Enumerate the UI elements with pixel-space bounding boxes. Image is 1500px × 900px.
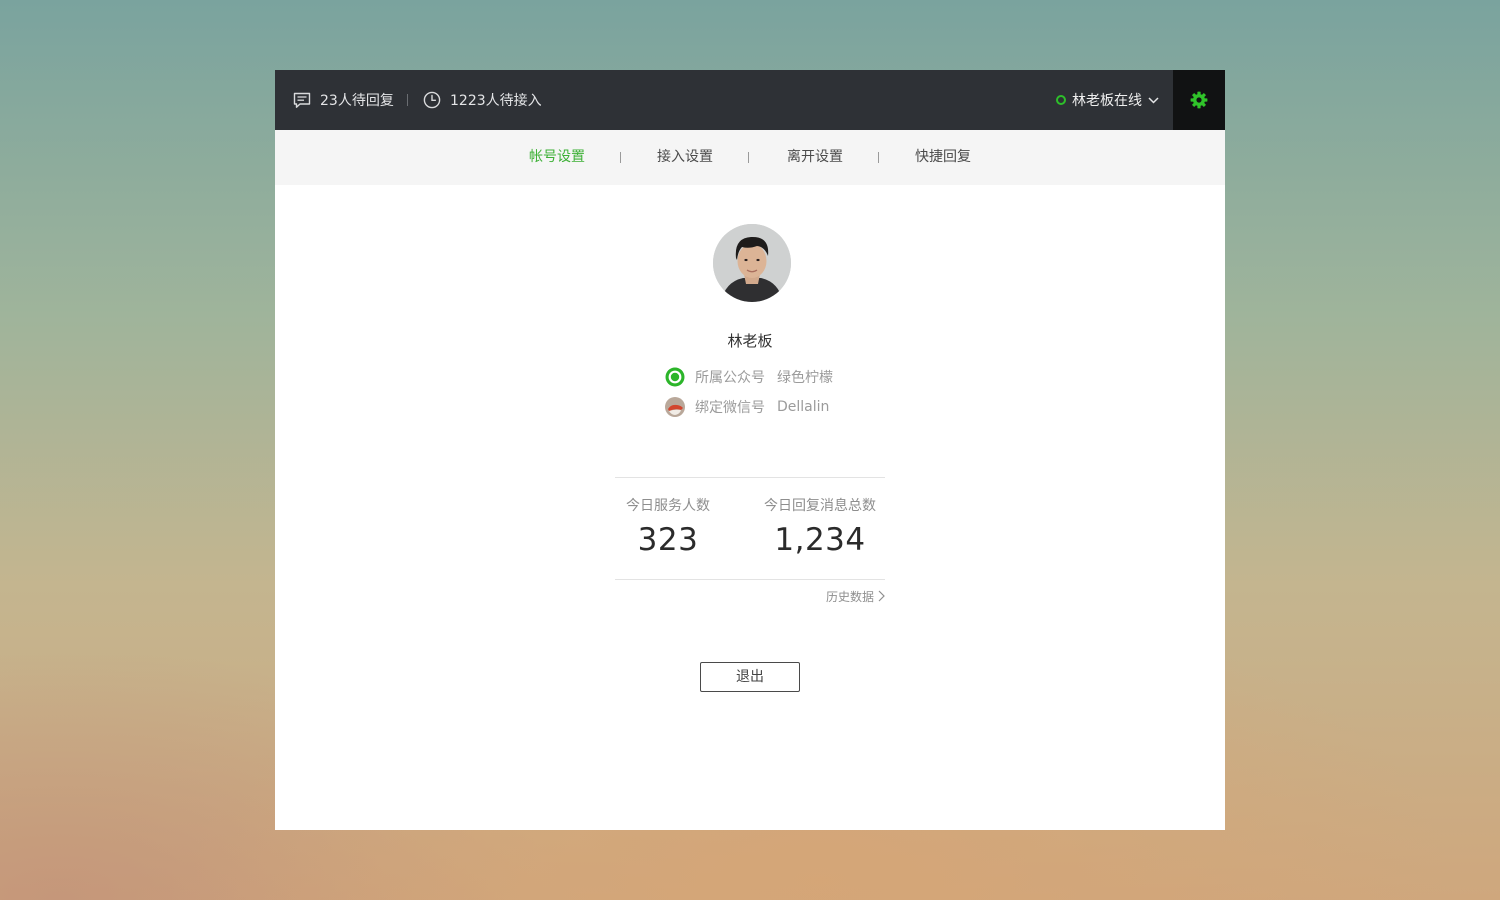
header-divider <box>407 94 408 106</box>
official-account-row: 所属公众号 绿色柠檬 <box>665 366 833 388</box>
pending-reply-text: 23人待回复 <box>320 93 394 109</box>
served-value: 323 <box>637 522 699 558</box>
wechat-label: 绑定微信号 <box>695 400 765 416</box>
chevron-right-icon <box>878 590 885 602</box>
clock-icon <box>423 91 441 109</box>
avatar-image <box>713 224 791 302</box>
gear-icon <box>1190 91 1208 109</box>
agent-status-dropdown[interactable]: 林老板在线 <box>1056 70 1159 130</box>
pending-reply-counter[interactable]: 23人待回复 <box>293 70 394 130</box>
pending-access-counter[interactable]: 1223人待接入 <box>423 70 542 130</box>
tab-quick-reply[interactable]: 快捷回复 <box>915 130 971 185</box>
chevron-down-icon <box>1148 96 1159 104</box>
tab-access-settings[interactable]: 接入设置 <box>657 130 713 185</box>
settings-button[interactable] <box>1173 70 1225 130</box>
replies-stat: 今日回复消息总数 1,234 <box>755 478 885 558</box>
profile-name: 林老板 <box>727 332 773 350</box>
served-label: 今日服务人数 <box>626 498 710 514</box>
top-bar: 23人待回复 1223人待接入 林老板在线 <box>275 70 1225 130</box>
official-account-icon <box>665 367 685 387</box>
agent-status-text: 林老板在线 <box>1072 93 1142 109</box>
served-stat: 今日服务人数 323 <box>615 478 721 558</box>
pending-access-text: 1223人待接入 <box>450 93 542 109</box>
tab-account-settings[interactable]: 帐号设置 <box>529 130 585 185</box>
online-status-icon <box>1056 95 1066 105</box>
history-data-link[interactable]: 历史数据 <box>815 587 885 605</box>
official-account-label: 所属公众号 <box>695 370 765 386</box>
history-data-text: 历史数据 <box>825 589 874 604</box>
avatar[interactable] <box>713 224 791 302</box>
tab-divider <box>748 152 749 163</box>
wechat-value: Dellalin <box>777 399 830 415</box>
tab-away-settings[interactable]: 离开设置 <box>787 130 843 185</box>
wechat-avatar-icon <box>665 397 685 417</box>
wechat-row: 绑定微信号 Dellalin <box>665 396 829 418</box>
chat-bubble-icon <box>293 92 311 108</box>
replies-label: 今日回复消息总数 <box>764 498 876 514</box>
replies-value: 1,234 <box>774 522 866 558</box>
official-account-value: 绿色柠檬 <box>777 370 833 386</box>
logout-button[interactable]: 退出 <box>700 662 800 692</box>
today-stats: 今日服务人数 323 今日回复消息总数 1,234 <box>615 477 885 580</box>
settings-window: 23人待回复 1223人待接入 林老板在线 帐号设置 接入设置 离开设置 快捷回… <box>275 70 1225 830</box>
settings-tabs: 帐号设置 接入设置 离开设置 快捷回复 <box>275 130 1225 185</box>
tab-divider <box>620 152 621 163</box>
tab-divider <box>878 152 879 163</box>
